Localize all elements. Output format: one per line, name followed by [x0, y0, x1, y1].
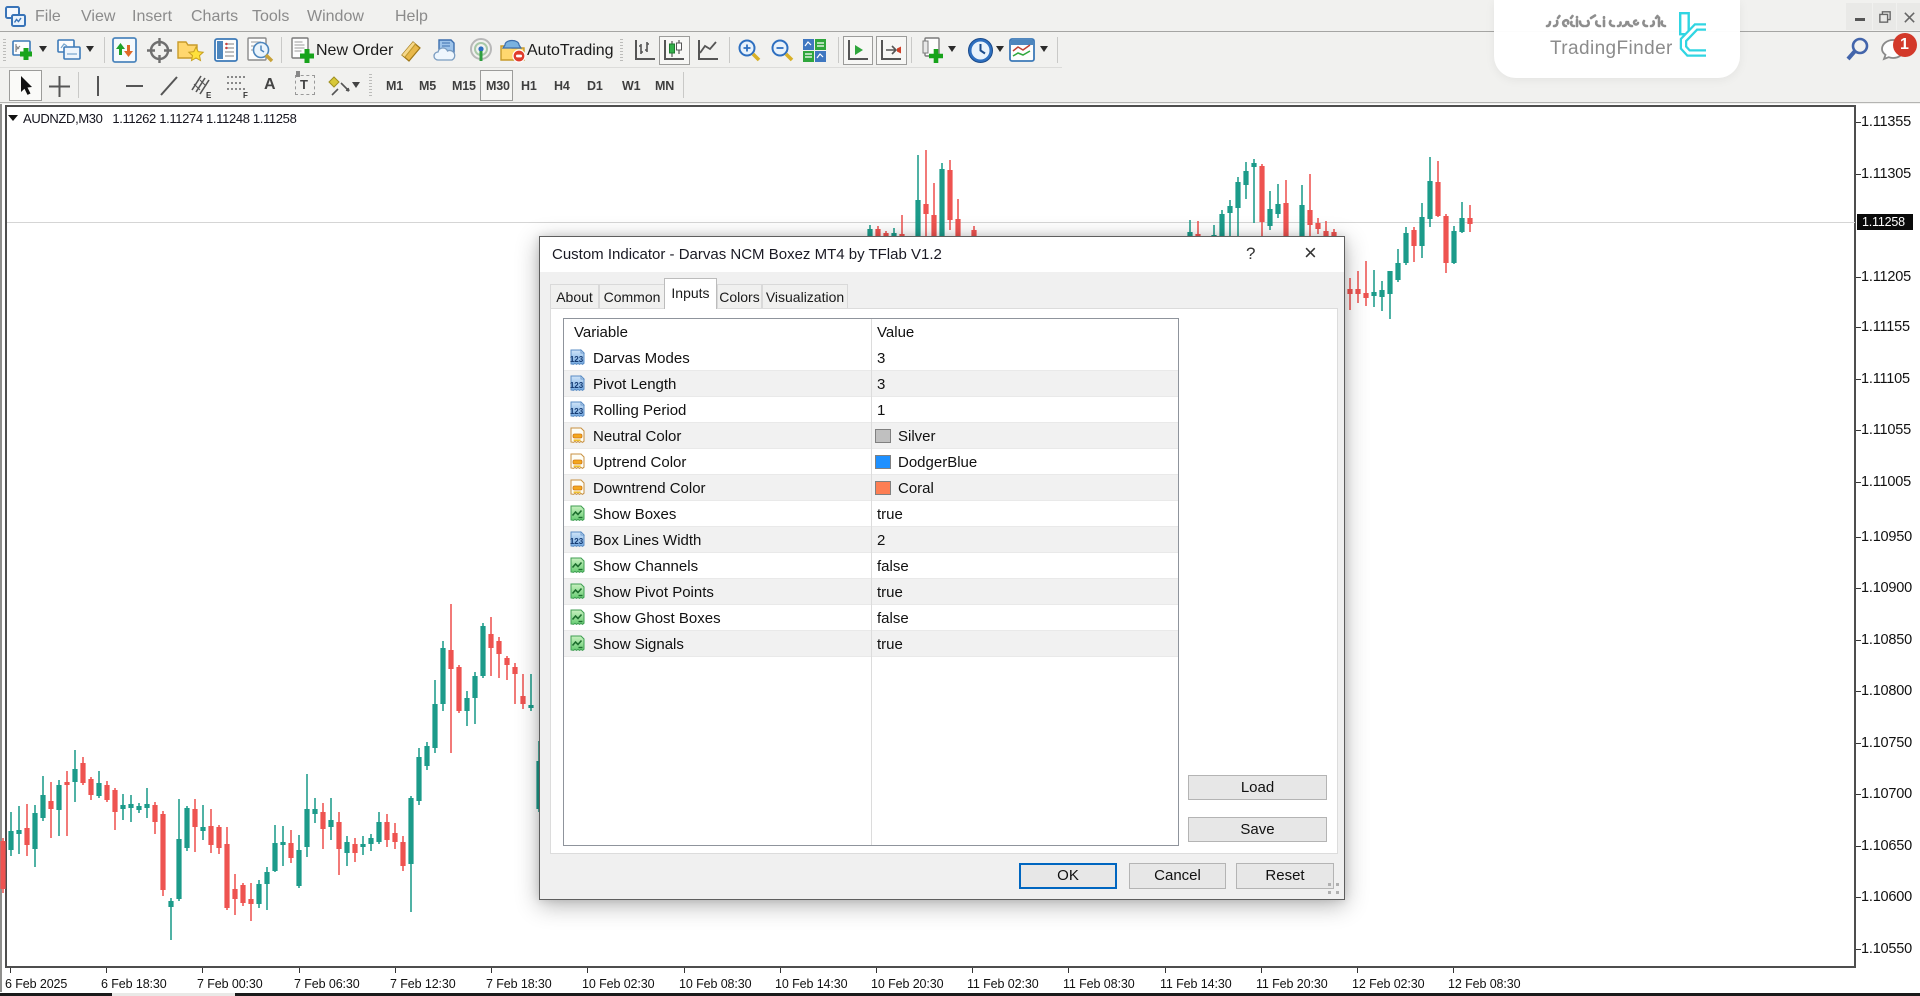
- svg-text:123: 123: [570, 537, 584, 546]
- svg-text:123: 123: [570, 355, 584, 364]
- svg-text:123: 123: [570, 381, 584, 390]
- svg-text:123: 123: [570, 407, 584, 416]
